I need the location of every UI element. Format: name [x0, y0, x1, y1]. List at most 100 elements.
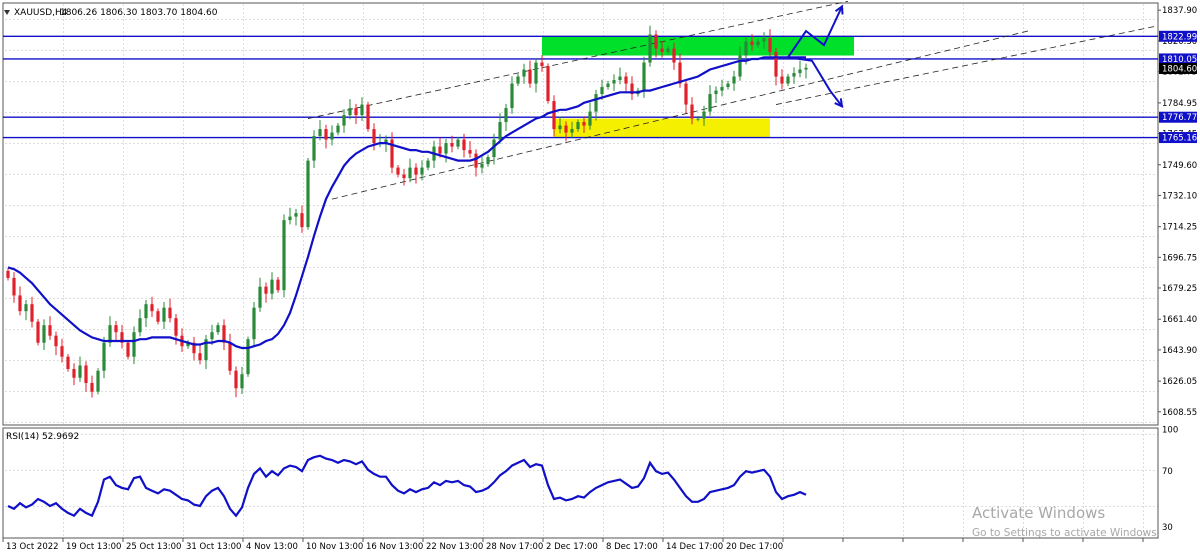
candle-body: [696, 118, 700, 120]
price-tick-label: 1749.60: [1162, 161, 1197, 171]
candle-body: [402, 174, 406, 179]
time-tick-label: 16 Nov 13:00: [366, 542, 423, 552]
demand-zone: [554, 118, 770, 138]
candle-body: [618, 76, 622, 81]
candle-body: [408, 167, 412, 179]
time-axis[interactable]: 13 Oct 2022 19 Oct 13:00 25 Oct 13:00 31 Oc…: [2, 538, 1144, 552]
time-tick-label: 20 Dec 17:00: [726, 542, 783, 552]
candle-body: [714, 90, 718, 95]
candle-body: [294, 213, 298, 217]
price-tick-label: 1626.05: [1162, 377, 1197, 387]
candle-body: [600, 87, 604, 95]
candle-body: [168, 307, 172, 319]
candle-body: [708, 94, 712, 112]
price-tick-label: 1696.75: [1162, 253, 1197, 263]
candle-body: [324, 129, 328, 140]
ohlc-values: 1806.26 1806.30 1803.70 1804.60: [60, 8, 218, 18]
candle-body: [198, 353, 202, 361]
candle-body: [498, 122, 502, 140]
candle-body: [420, 167, 424, 175]
candle-body: [510, 83, 514, 109]
candle-body: [84, 365, 88, 383]
candle-body: [744, 41, 748, 56]
candle-body: [726, 83, 730, 88]
level-price-tag-text: 1776.77: [1162, 113, 1197, 123]
rsi-tick-label: 100: [1162, 425, 1178, 435]
candle-body: [456, 139, 460, 147]
candle-body: [366, 104, 370, 130]
candle-body: [372, 129, 376, 144]
candle-body: [144, 304, 148, 319]
candle-body: [768, 38, 772, 53]
trading-chart[interactable]: XAUUSD,H4 1806.26 1806.30 1803.70 1804.6…: [0, 0, 1200, 558]
candle-body: [588, 111, 592, 126]
time-tick-label: 28 Nov 17:00: [486, 542, 543, 552]
candle-body: [336, 125, 340, 133]
candle-body: [354, 108, 358, 116]
candle-body: [210, 332, 214, 340]
candle-body: [264, 286, 268, 294]
candle-body: [642, 62, 646, 91]
time-tick-label: 22 Nov 13:00: [426, 542, 483, 552]
level-price-tag-text: 1765.16: [1162, 134, 1197, 144]
rsi-axis[interactable]: 100 70 30: [1162, 425, 1178, 532]
candle-body: [438, 146, 442, 154]
candle-body: [126, 342, 130, 357]
candle-body: [174, 318, 178, 336]
candle-body: [666, 48, 670, 53]
candle-body: [522, 69, 526, 77]
candle-body: [786, 76, 790, 84]
supply-zone: [542, 36, 854, 56]
candle-body: [132, 332, 136, 357]
candle-body: [672, 48, 676, 63]
candle-body: [606, 83, 610, 88]
candle-body: [474, 153, 478, 168]
time-tick-label: 4 Nov 13:00: [246, 542, 298, 552]
candle-body: [258, 286, 262, 308]
candle-body: [792, 73, 796, 77]
candle-body: [798, 69, 802, 74]
candle-body: [114, 325, 118, 333]
candle-body: [468, 150, 472, 154]
price-tick-label: 1837.90: [1162, 6, 1197, 16]
candle-body: [444, 143, 448, 154]
candle-body: [282, 220, 286, 291]
candle-body: [576, 122, 580, 130]
candle-body: [582, 122, 586, 126]
candle-body: [24, 304, 28, 312]
candle-body: [36, 321, 40, 343]
rsi-tick-label: 30: [1162, 523, 1173, 533]
price-tick-label: 1608.55: [1162, 408, 1197, 418]
candle-body: [528, 69, 532, 84]
candle-body: [42, 325, 46, 343]
time-tick-label: 31 Oct 13:00: [186, 542, 241, 552]
rsi-indicator-label: RSI(14) 52.9692: [6, 432, 79, 442]
candle-body: [228, 342, 232, 371]
candle-body: [348, 108, 352, 116]
candle-body: [276, 279, 280, 291]
candle-body: [72, 368, 76, 378]
candle-body: [102, 342, 106, 371]
candle-body: [66, 356, 70, 369]
candle-body: [750, 41, 754, 46]
candle-body: [660, 48, 664, 53]
candle-body: [720, 87, 724, 91]
time-tick-label: 10 Nov 13:00: [306, 542, 363, 552]
candle-body: [552, 101, 556, 130]
candle-body: [342, 115, 346, 126]
time-tick-label: 14 Dec 17:00: [666, 542, 723, 552]
time-tick-label: 8 Dec 17:00: [606, 542, 658, 552]
candle-body: [78, 365, 82, 378]
candle-body: [570, 129, 574, 133]
candle-body: [318, 129, 322, 137]
price-pane[interactable]: XAUUSD,H4 1806.26 1806.30 1803.70 1804.6…: [2, 0, 1159, 426]
candle-body: [312, 136, 316, 161]
candle-body: [516, 76, 520, 84]
time-tick-label: 2 Dec 17:00: [546, 542, 598, 552]
candle-body: [90, 382, 94, 392]
candle-body: [18, 295, 22, 312]
candle-body: [288, 216, 292, 221]
time-tick-label: 19 Oct 13:00: [66, 542, 121, 552]
candle-body: [450, 143, 454, 147]
candle-body: [30, 304, 34, 322]
